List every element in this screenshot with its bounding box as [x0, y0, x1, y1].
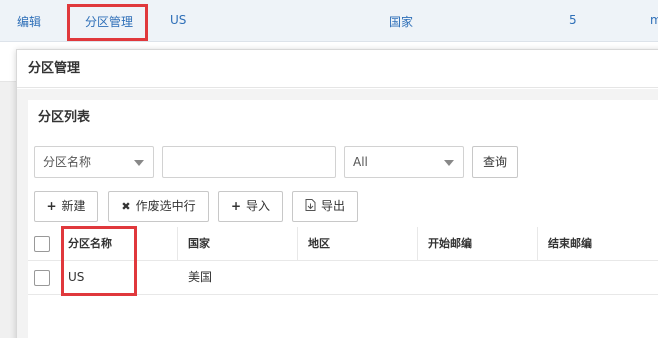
partition-manage-modal: 分区管理 分区列表 分区名称 All 查询 + 新建 ✖ 作废选中行 + 导入 …	[16, 49, 658, 338]
modal-title: 分区管理	[17, 50, 658, 88]
keyword-input[interactable]	[162, 146, 336, 178]
chevron-down-icon	[444, 160, 454, 166]
void-selected-button[interactable]: ✖ 作废选中行	[108, 191, 209, 222]
modal-body: 分区列表 分区名称 All 查询 + 新建 ✖ 作废选中行 + 导入 导出 分区…	[17, 89, 658, 338]
column-header-region[interactable]: 地区	[298, 227, 418, 261]
import-button-label: 导入	[246, 199, 271, 213]
column-header-country[interactable]: 国家	[178, 227, 298, 261]
close-icon: ✖	[121, 200, 131, 213]
count-cell: 5	[569, 13, 577, 27]
background-table-row: 编辑 分区管理 US 国家 5 m	[0, 0, 658, 42]
cell-region	[298, 261, 418, 295]
search-row: 分区名称 All 查询	[34, 146, 658, 178]
export-button-label: 导出	[320, 199, 345, 213]
void-button-label: 作废选中行	[135, 199, 196, 213]
status-select-value: All	[353, 155, 368, 169]
toolbar: + 新建 ✖ 作废选中行 + 导入 导出	[34, 191, 658, 222]
column-header-end-zip[interactable]: 结束邮编	[538, 227, 658, 261]
table-row[interactable]: US 美国	[28, 261, 658, 295]
chevron-down-icon	[134, 160, 144, 166]
edit-link[interactable]: 编辑	[17, 13, 41, 30]
cell-name: US	[68, 270, 85, 284]
partition-manage-link[interactable]: 分区管理	[85, 13, 133, 30]
partition-table: 分区名称 国家 地区 开始邮编 结束邮编 US 美国	[28, 227, 658, 295]
country-code-cell: US	[170, 13, 187, 27]
cell-country: 美国	[188, 270, 213, 284]
row-checkbox[interactable]	[34, 270, 50, 286]
cell-end-zip	[538, 261, 658, 295]
select-all-checkbox[interactable]	[34, 236, 50, 252]
export-file-icon	[305, 199, 316, 211]
column-header-start-zip[interactable]: 开始邮编	[418, 227, 538, 261]
plus-icon: +	[46, 199, 57, 213]
query-button[interactable]: 查询	[472, 146, 518, 178]
field-select[interactable]: 分区名称	[34, 146, 154, 178]
panel-title: 分区列表	[38, 110, 91, 125]
cell-start-zip	[418, 261, 538, 295]
truncated-cell: m	[650, 13, 658, 27]
country-label-cell: 国家	[389, 15, 414, 29]
field-select-value: 分区名称	[43, 155, 92, 169]
plus-icon: +	[230, 199, 242, 213]
import-button[interactable]: + 导入	[218, 191, 283, 222]
new-button[interactable]: + 新建	[34, 191, 98, 222]
table-header-row: 分区名称 国家 地区 开始邮编 结束邮编	[28, 227, 658, 261]
partition-list-panel: 分区列表 分区名称 All 查询 + 新建 ✖ 作废选中行 + 导入 导出 分区…	[28, 100, 658, 338]
new-button-label: 新建	[61, 199, 86, 213]
export-button[interactable]: 导出	[292, 191, 358, 222]
column-header-name[interactable]: 分区名称	[58, 227, 178, 261]
status-select[interactable]: All	[344, 146, 464, 178]
